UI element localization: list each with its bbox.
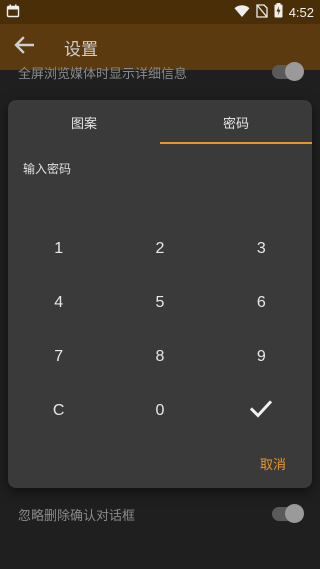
key-4[interactable]: 4 [8,276,109,330]
dialog-tabs: 图案 密码 [8,100,312,145]
tab-label: 图案 [70,117,97,132]
settings-row-media-details[interactable]: 全屏浏览媒体时显示详细信息 [0,60,320,84]
check-icon [250,399,273,423]
toggle-switch[interactable] [272,62,304,81]
key-0[interactable]: 0 [109,384,210,438]
toggle-switch[interactable] [272,504,304,523]
keypad: 1 2 3 4 5 6 7 8 9 C 0 [8,222,312,438]
key-6[interactable]: 6 [211,276,312,330]
key-1[interactable]: 1 [8,222,109,276]
status-time: 4:52 [288,4,314,20]
key-7[interactable]: 7 [8,330,109,384]
password-prompt: 输入密码 [23,162,72,176]
toggle-knob [285,62,304,81]
calendar-icon [6,3,20,22]
tab-pattern[interactable]: 图案 [8,100,160,145]
no-sim-icon [256,3,268,22]
tab-password[interactable]: 密码 [160,100,312,145]
toggle-knob [285,504,304,523]
page-title: 设置 [64,39,98,59]
wifi-icon [234,3,250,22]
key-clear[interactable]: C [8,384,109,438]
keypad-row: 4 5 6 [8,276,312,330]
settings-row-label: 忽略删除确认对话框 [18,508,136,524]
password-dialog: 图案 密码 输入密码 1 2 3 4 5 6 7 8 9 C 0 取消 [8,100,312,488]
cancel-button[interactable]: 取消 [260,454,286,473]
battery-charging-icon [274,2,283,22]
keypad-row: 1 2 3 [8,222,312,276]
status-bar: 4:52 [0,0,320,24]
key-3[interactable]: 3 [211,222,312,276]
keypad-row: 7 8 9 [8,330,312,384]
settings-row-skip-delete-confirm[interactable]: 忽略删除确认对话框 [0,500,320,528]
confirm-button[interactable] [211,384,312,438]
key-8[interactable]: 8 [109,330,210,384]
key-2[interactable]: 2 [109,222,210,276]
keypad-row: C 0 [8,384,312,438]
settings-row-label: 全屏浏览媒体时显示详细信息 [18,66,188,82]
arrow-back-icon [14,36,35,58]
tab-label: 密码 [222,117,249,132]
key-5[interactable]: 5 [109,276,210,330]
key-9[interactable]: 9 [211,330,312,384]
